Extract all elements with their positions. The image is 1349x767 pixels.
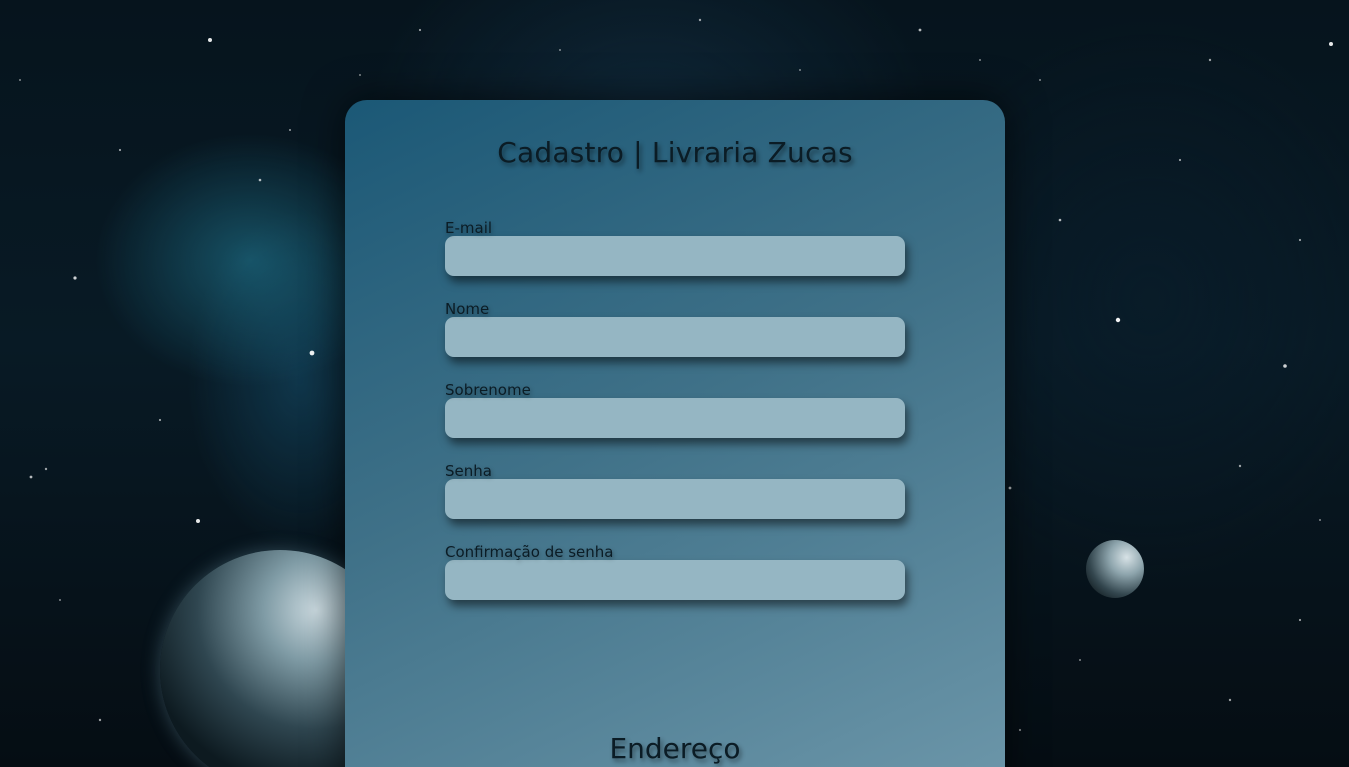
page-title: Cadastro | Livraria Zucas [497,136,853,169]
name-input[interactable] [445,317,905,357]
email-input[interactable] [445,236,905,276]
password-field-group: Senha [445,462,905,519]
password-label: Senha [445,462,492,480]
password-input[interactable] [445,479,905,519]
registration-card: Cadastro | Livraria Zucas E-mail Nome So… [345,100,1005,767]
planet-right-image [1086,540,1144,598]
email-field-group: E-mail [445,219,905,276]
surname-input[interactable] [445,398,905,438]
name-field-group: Nome [445,300,905,357]
name-label: Nome [445,300,490,318]
surname-field-group: Sobrenome [445,381,905,438]
password-confirmation-input[interactable] [445,560,905,600]
password-confirmation-label: Confirmação de senha [445,543,614,561]
password-confirmation-field-group: Confirmação de senha [445,543,905,600]
surname-label: Sobrenome [445,381,531,399]
email-label: E-mail [445,219,493,237]
address-section-title: Endereço [609,732,741,765]
